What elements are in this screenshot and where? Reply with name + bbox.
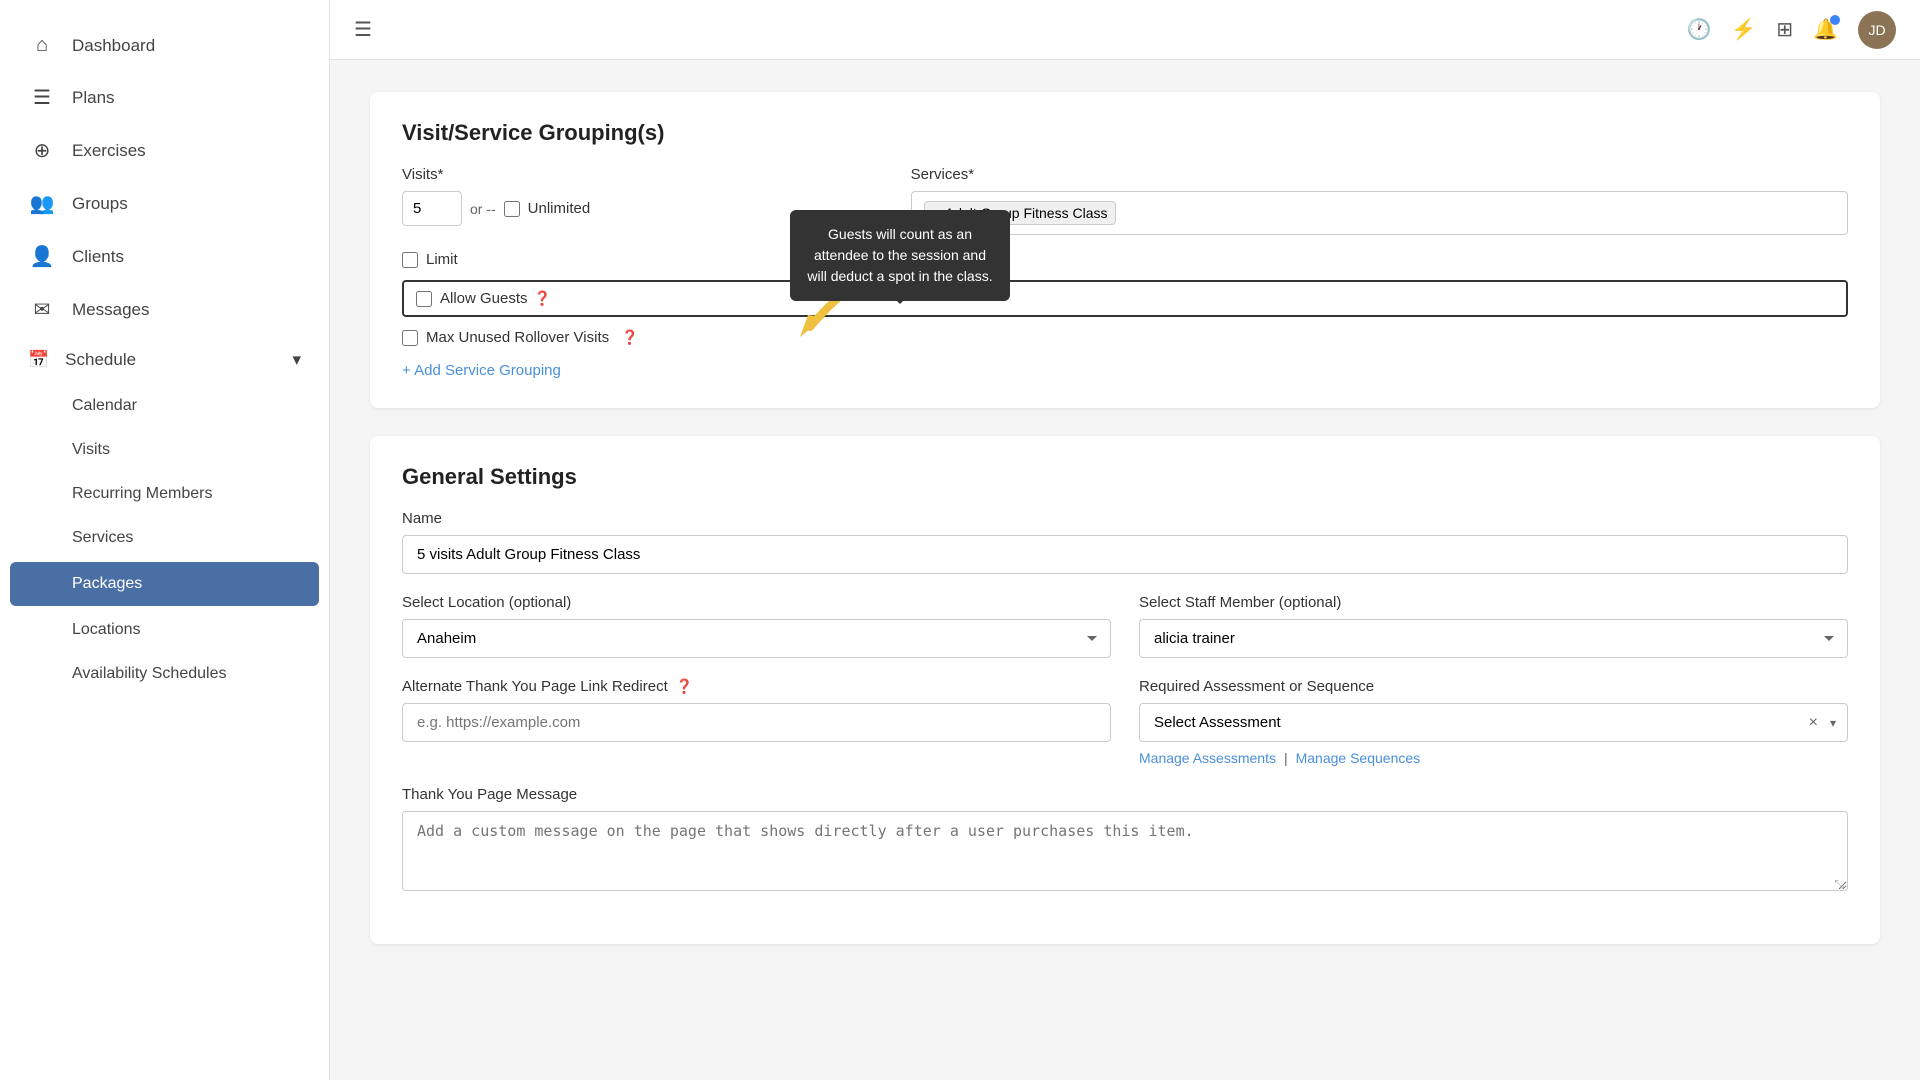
or-text: or -- — [470, 201, 496, 217]
help-icon[interactable]: ❓ — [534, 290, 551, 307]
alt-thank-you-input[interactable] — [402, 703, 1111, 742]
bell-icon[interactable]: 🔔 — [1813, 17, 1838, 42]
sidebar-item-exercises[interactable]: ⊕ Exercises — [0, 124, 329, 177]
chevron-down-icon: ▾ — [292, 350, 301, 370]
manage-sequences-link[interactable]: Manage Sequences — [1296, 750, 1421, 766]
grid-icon[interactable]: ⊞ — [1776, 17, 1793, 42]
sidebar-item-messages[interactable]: ✉ Messages — [0, 283, 329, 336]
clients-icon: 👤 — [28, 244, 56, 269]
history-icon[interactable]: 🕐 — [1687, 17, 1712, 42]
max-rollover-checkbox-label[interactable]: Max Unused Rollover Visits ❓ — [402, 329, 1848, 346]
assessment-select-wrapper: Select Assessment × ▾ — [1139, 703, 1848, 742]
resize-handle-icon: ⤡ — [1834, 877, 1844, 892]
grouping-row: Visits* or -- Unlimited Services* — [402, 166, 1848, 235]
visits-input[interactable] — [402, 191, 462, 226]
sidebar-sub-item-calendar[interactable]: Calendar — [0, 384, 329, 428]
sidebar: ⌂ Dashboard ☰ Plans ⊕ Exercises 👥 Groups… — [0, 0, 330, 1080]
thank-you-textarea[interactable] — [402, 811, 1848, 891]
alt-thank-you-col: Alternate Thank You Page Link Redirect ❓ — [402, 678, 1111, 766]
unlimited-checkbox[interactable] — [504, 201, 520, 217]
thank-you-message-group: Thank You Page Message ⤡ — [402, 786, 1848, 896]
notification-dot — [1830, 15, 1840, 25]
location-select[interactable]: Anaheim — [402, 619, 1111, 658]
assessment-clear-icon[interactable]: × — [1809, 714, 1818, 732]
grouping-section-title: Visit/Service Grouping(s) — [402, 120, 1848, 146]
name-field-group: Name — [402, 510, 1848, 574]
main-area: ☰ 🕐 ⚡ ⊞ 🔔 JD Visit/Service Grouping(s) G… — [330, 0, 1920, 1080]
sidebar-sub-item-services[interactable]: Services — [0, 516, 329, 560]
allow-guests-checkbox[interactable] — [416, 291, 432, 307]
sidebar-item-dashboard[interactable]: ⌂ Dashboard — [0, 20, 329, 71]
services-label: Services* — [911, 166, 1848, 183]
allow-guests-container: Allow Guests ❓ — [402, 280, 1848, 317]
location-col: Select Location (optional) Anaheim — [402, 594, 1111, 658]
max-rollover-help-icon[interactable]: ❓ — [621, 329, 638, 346]
services-col: Services* × Adult Group Fitness Class — [911, 166, 1848, 235]
plans-icon: ☰ — [28, 85, 56, 110]
location-staff-row: Select Location (optional) Anaheim Selec… — [402, 594, 1848, 658]
visits-label: Visits* — [402, 166, 871, 183]
general-settings-card: General Settings Name Select Location (o… — [370, 436, 1880, 944]
limit-checkbox[interactable] — [402, 252, 418, 268]
sidebar-sub-item-visits[interactable]: Visits — [0, 428, 329, 472]
location-label: Select Location (optional) — [402, 594, 1111, 611]
limit-checkbox-label[interactable]: Limit — [402, 251, 1848, 268]
max-rollover-checkbox[interactable] — [402, 330, 418, 346]
services-input-box[interactable]: × Adult Group Fitness Class — [911, 191, 1848, 235]
sidebar-sub-item-recurring-members[interactable]: Recurring Members — [0, 472, 329, 516]
sidebar-item-plans[interactable]: ☰ Plans — [0, 71, 329, 124]
sidebar-item-schedule[interactable]: 📅 Schedule ▾ — [0, 336, 329, 384]
assessment-label: Required Assessment or Sequence — [1139, 678, 1848, 695]
manage-separator: | — [1284, 750, 1288, 766]
messages-icon: ✉ — [28, 297, 56, 322]
alt-thank-you-help-icon[interactable]: ❓ — [676, 678, 693, 694]
thank-you-label: Thank You Page Message — [402, 786, 1848, 803]
schedule-icon: 📅 — [28, 350, 49, 370]
alt-thank-you-label: Alternate Thank You Page Link Redirect ❓ — [402, 678, 1111, 695]
assessment-col: Required Assessment or Sequence Select A… — [1139, 678, 1848, 766]
add-service-grouping-link[interactable]: + Add Service Grouping — [402, 362, 561, 379]
name-input[interactable] — [402, 535, 1848, 574]
content-area: Visit/Service Grouping(s) Guests will co… — [330, 60, 1920, 1080]
manage-assessments-link[interactable]: Manage Assessments — [1139, 750, 1276, 766]
staff-label: Select Staff Member (optional) — [1139, 594, 1848, 611]
groups-icon: 👥 — [28, 191, 56, 216]
home-icon: ⌂ — [28, 34, 56, 57]
staff-select[interactable]: alicia trainer — [1139, 619, 1848, 658]
assessment-select[interactable]: Select Assessment — [1139, 703, 1848, 742]
unlimited-checkbox-label[interactable]: Unlimited — [504, 200, 591, 217]
general-settings-title: General Settings — [402, 464, 1848, 490]
checkboxes-row: Limit Allow Guests ❓ Max Unused Rollover… — [402, 251, 1848, 346]
lightning-icon[interactable]: ⚡ — [1731, 17, 1756, 42]
sidebar-sub-item-locations[interactable]: Locations — [0, 608, 329, 652]
topbar: ☰ 🕐 ⚡ ⊞ 🔔 JD — [330, 0, 1920, 60]
exercises-icon: ⊕ — [28, 138, 56, 163]
alt-thank-you-assessment-row: Alternate Thank You Page Link Redirect ❓… — [402, 678, 1848, 766]
tooltip-popup: Guests will count as an attendee to the … — [790, 210, 1010, 301]
sidebar-item-clients[interactable]: 👤 Clients — [0, 230, 329, 283]
sidebar-sub-item-packages[interactable]: Packages — [10, 562, 319, 606]
manage-links: Manage Assessments | Manage Sequences — [1139, 750, 1848, 766]
assessment-arrow-icon: ▾ — [1830, 716, 1836, 730]
menu-icon[interactable]: ☰ — [354, 17, 372, 42]
visit-service-grouping-card: Visit/Service Grouping(s) Guests will co… — [370, 92, 1880, 408]
allow-guests-checkbox-label[interactable]: Allow Guests — [416, 290, 528, 307]
textarea-wrapper: ⤡ — [402, 811, 1848, 896]
sidebar-sub-item-availability-schedules[interactable]: Availability Schedules — [0, 652, 329, 696]
name-label: Name — [402, 510, 1848, 527]
staff-col: Select Staff Member (optional) alicia tr… — [1139, 594, 1848, 658]
sidebar-item-groups[interactable]: 👥 Groups — [0, 177, 329, 230]
avatar[interactable]: JD — [1858, 11, 1896, 49]
